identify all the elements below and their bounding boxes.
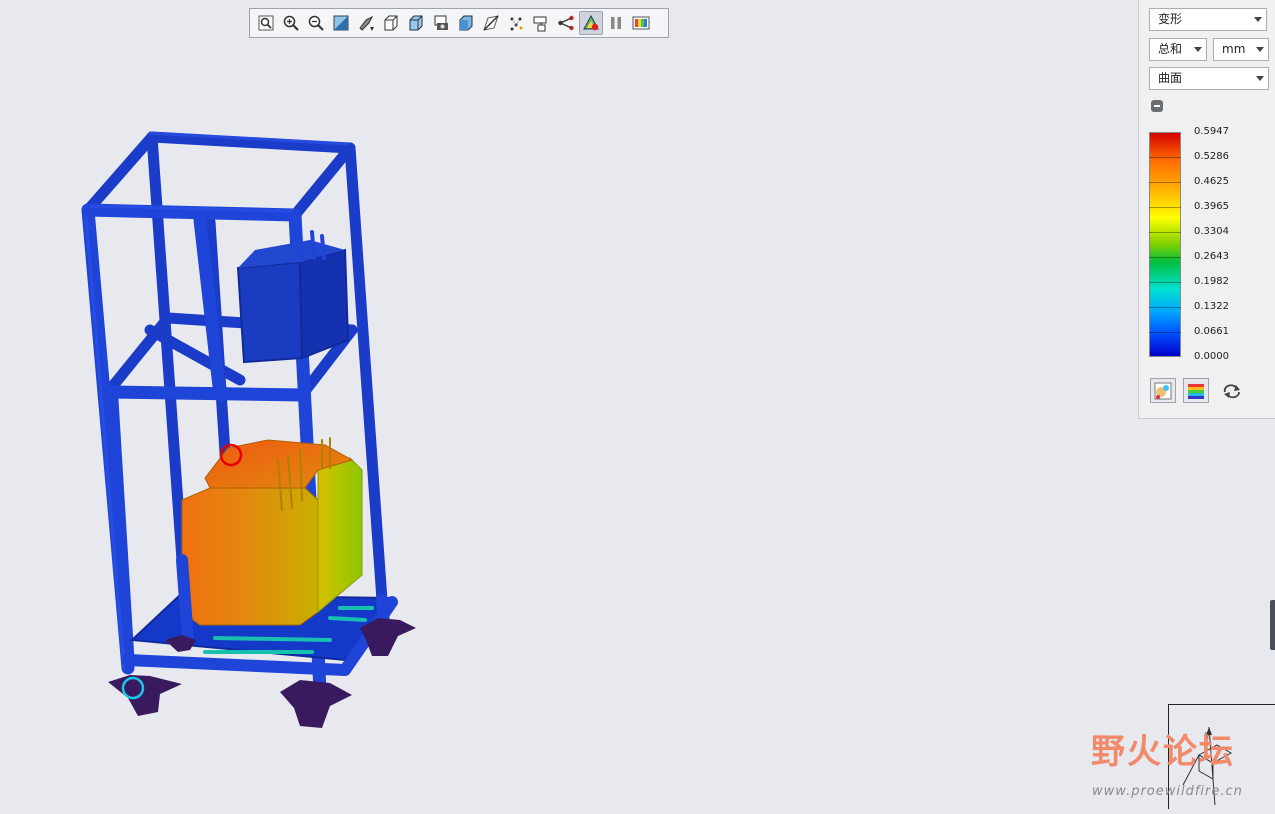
refit-button[interactable] (254, 11, 278, 35)
repaint-icon (333, 15, 349, 31)
legend-value: 0.0000 (1194, 351, 1229, 362)
component-select[interactable]: 总和 (1149, 38, 1207, 61)
contour-button[interactable] (1150, 378, 1176, 403)
result-type-select[interactable]: 变形 (1149, 8, 1267, 31)
model-viewport[interactable] (0, 0, 1275, 809)
legend-tick (1149, 282, 1181, 283)
chevron-down-icon (1256, 76, 1264, 81)
results-panel: 变形 总和 mm 曲面 0.5947 0.5286 0.4625 0.3965 0.33… (1138, 0, 1275, 419)
legend-tick (1149, 257, 1181, 258)
sensor-button[interactable] (529, 11, 553, 35)
legend-value: 0.5947 (1194, 126, 1229, 137)
legend-tick (1149, 157, 1181, 158)
saved-views-icon (384, 15, 398, 31)
display-style-icon (409, 15, 423, 31)
connections-button[interactable] (554, 11, 578, 35)
view-manager-icon (459, 15, 473, 31)
display-value: 曲面 (1158, 71, 1183, 85)
orient-icon (359, 15, 374, 31)
chevron-down-icon (1194, 47, 1202, 52)
axis-triad-icon: Y (1182, 726, 1233, 806)
legend-tick (1149, 232, 1181, 233)
unit-select[interactable]: mm (1213, 38, 1269, 61)
animate-button[interactable] (579, 11, 603, 35)
legend-tick (1149, 307, 1181, 308)
view-toolbar (249, 8, 669, 38)
pause-button[interactable] (604, 11, 628, 35)
refit-icon (258, 15, 274, 31)
frame-structure (81, 131, 416, 728)
cut-plane-icon (483, 15, 499, 31)
chevron-down-icon (1254, 17, 1262, 22)
legend-icon (632, 16, 650, 30)
display-style-button[interactable] (404, 11, 428, 35)
connections-icon (558, 15, 574, 31)
coordinate-triad: Y (1168, 704, 1275, 809)
contour-icon (1154, 382, 1172, 399)
collapse-legend-button[interactable] (1151, 100, 1163, 112)
legend-tick (1149, 207, 1181, 208)
legend-value: 0.2643 (1194, 251, 1229, 262)
sensor-icon (533, 16, 547, 32)
query-icon (510, 17, 523, 31)
legend-value: 0.4625 (1194, 176, 1229, 187)
axis-y-label: Y (1204, 732, 1211, 742)
legend-value: 0.1322 (1194, 301, 1229, 312)
chevron-down-icon (1256, 47, 1264, 52)
orient-button[interactable] (354, 11, 378, 35)
view-manager-button[interactable] (454, 11, 478, 35)
legend-button[interactable] (629, 11, 653, 35)
legend-value: 0.0661 (1194, 326, 1229, 337)
cut-plane-button[interactable] (479, 11, 503, 35)
reverse-icon[interactable] (1222, 383, 1242, 399)
display-select[interactable]: 曲面 (1149, 67, 1269, 90)
snapshot-button[interactable] (429, 11, 453, 35)
panel-resize-handle[interactable] (1270, 600, 1275, 650)
unit-value: mm (1222, 42, 1246, 56)
zoom-out-icon (308, 15, 324, 31)
saved-views-button[interactable] (379, 11, 403, 35)
result-type-value: 变形 (1158, 12, 1183, 26)
legend-color-bar (1149, 132, 1181, 357)
zoom-in-icon (283, 15, 299, 31)
query-button[interactable] (504, 11, 528, 35)
color-scale-icon (1188, 383, 1204, 399)
legend-tick (1149, 182, 1181, 183)
legend-tick (1149, 332, 1181, 333)
color-scale-button[interactable] (1183, 378, 1209, 403)
legend-value: 0.5286 (1194, 151, 1229, 162)
repaint-button[interactable] (329, 11, 353, 35)
pause-icon (611, 17, 621, 29)
animate-icon (583, 14, 599, 31)
zoom-out-button[interactable] (304, 11, 328, 35)
legend-value: 0.3304 (1194, 226, 1229, 237)
component-value: 总和 (1158, 42, 1183, 56)
legend-value: 0.1982 (1194, 276, 1229, 287)
snapshot-icon (434, 15, 448, 30)
legend-value: 0.3965 (1194, 201, 1229, 212)
zoom-in-button[interactable] (279, 11, 303, 35)
